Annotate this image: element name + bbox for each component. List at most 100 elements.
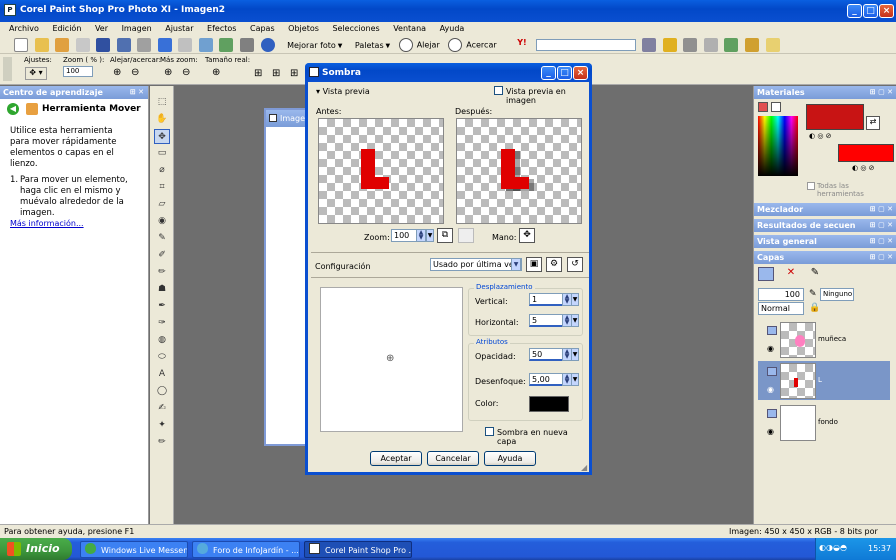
preview-toggle[interactable]: ▾ Vista previa: [316, 87, 370, 96]
makeover-tool-icon[interactable]: ✎: [154, 231, 170, 246]
zoom-dropdown-icon[interactable]: ▼: [426, 229, 434, 242]
menu-ventana[interactable]: Ventana: [393, 24, 426, 33]
panel-pin-icon[interactable]: ⊞ ✕: [130, 86, 144, 99]
minimize-button[interactable]: _: [847, 4, 862, 18]
delete-layer-icon[interactable]: ✕: [784, 267, 798, 281]
menu-archivo[interactable]: Archivo: [9, 24, 39, 33]
overview-header[interactable]: Vista general ⊞ ▢ ✕: [754, 235, 896, 248]
document-window[interactable]: Imagen: [264, 108, 310, 446]
crop-icon[interactable]: [240, 38, 255, 52]
results-controls-icon[interactable]: ⊞ ▢ ✕: [870, 219, 893, 232]
rotate-icon[interactable]: [219, 38, 234, 52]
mixer-header[interactable]: Mezclador ⊞ ▢ ✕: [754, 203, 896, 216]
paint-brush-icon[interactable]: ✒: [154, 299, 170, 314]
mask-select[interactable]: Ninguno: [820, 288, 854, 301]
visibility-eye-icon[interactable]: ◉: [767, 344, 774, 353]
horizontal-field[interactable]: 5: [529, 314, 563, 327]
open-folder-icon[interactable]: [34, 38, 49, 52]
layer-row-l[interactable]: ◉ L: [758, 361, 890, 400]
info-icon[interactable]: [260, 38, 275, 52]
toolbar-search-input[interactable]: [535, 39, 636, 51]
save-as-icon[interactable]: [116, 38, 131, 52]
close-button[interactable]: ×: [879, 4, 894, 18]
save-icon[interactable]: [96, 38, 111, 52]
marquee-tool-icon[interactable]: ▭: [154, 146, 170, 161]
blur-dropdown-icon[interactable]: ▼: [571, 373, 579, 386]
menu-efectos[interactable]: Efectos: [207, 24, 236, 33]
zoom-percent-field[interactable]: 100: [63, 66, 93, 77]
fg-style-icons[interactable]: ◐ ◎ ⊘: [809, 132, 832, 140]
clone-tool-icon[interactable]: ✐: [154, 248, 170, 263]
scan-icon[interactable]: [75, 38, 90, 52]
visibility-eye-icon-3[interactable]: ◉: [767, 427, 774, 436]
selection-tool-icon[interactable]: ⬚: [154, 95, 170, 110]
crosshair-icon[interactable]: ⊕: [386, 353, 394, 364]
more-info-link[interactable]: Más información...: [10, 219, 84, 228]
layer-opacity-field[interactable]: 100: [758, 288, 804, 301]
menu-ver[interactable]: Ver: [95, 24, 108, 33]
layers-header[interactable]: Capas ⊞ ▢ ✕: [754, 251, 896, 264]
maximize-button[interactable]: □: [863, 4, 878, 18]
background-swatch[interactable]: [838, 144, 894, 162]
horizontal-dropdown-icon[interactable]: ▼: [571, 314, 579, 327]
blend-mode-select[interactable]: Normal: [758, 302, 804, 315]
red-eye-tool-icon[interactable]: ◉: [154, 214, 170, 229]
home-icon[interactable]: [26, 103, 38, 115]
presets-button[interactable]: ✥ ▾: [25, 67, 47, 80]
menu-selecciones[interactable]: Selecciones: [332, 24, 379, 33]
help-button[interactable]: Ayuda: [484, 451, 536, 466]
less-zoom-icon[interactable]: ⊖: [182, 67, 190, 78]
browse-icon[interactable]: [55, 38, 70, 52]
swap-colors-icon[interactable]: ⇄: [866, 116, 880, 130]
airbrush-icon[interactable]: ✑: [154, 316, 170, 331]
camera-icon[interactable]: [683, 38, 698, 52]
opacity-field[interactable]: 50: [529, 348, 563, 361]
link-icon[interactable]: ✎: [809, 289, 817, 299]
zoom-out-button[interactable]: Alejar: [417, 41, 440, 50]
new-file-icon[interactable]: [14, 38, 28, 52]
mail-icon[interactable]: [765, 38, 780, 52]
resize-icon[interactable]: [198, 38, 213, 52]
all-tools-checkbox[interactable]: [807, 182, 815, 190]
fill-tool-icon[interactable]: ◍: [154, 333, 170, 348]
hand-button[interactable]: ✥: [519, 228, 535, 243]
menu-ayuda[interactable]: Ayuda: [440, 24, 465, 33]
results-header[interactable]: Resultados de secuen ⊞ ▢ ✕: [754, 219, 896, 232]
save-preset-icon[interactable]: ▣: [526, 257, 542, 272]
warp-tool-icon[interactable]: ✦: [154, 418, 170, 433]
menu-ajustar[interactable]: Ajustar: [165, 24, 193, 33]
chart-icon[interactable]: [724, 38, 739, 52]
fit-preview-button[interactable]: ⧉: [437, 228, 453, 243]
straighten-tool-icon[interactable]: ▱: [154, 197, 170, 212]
taskbar-forum[interactable]: Foro de InfoJardín - ...: [192, 541, 300, 558]
bg-style-icons[interactable]: ◐ ◎ ⊘: [852, 164, 875, 172]
config-select[interactable]: Usado por última vez: [430, 258, 522, 271]
layer-props-icon[interactable]: ✎: [808, 267, 822, 281]
layer-row-muneca[interactable]: ◉ muñeca: [758, 320, 890, 359]
dodge-tool-icon[interactable]: ☗: [154, 282, 170, 297]
mixer-controls-icon[interactable]: ⊞ ▢ ✕: [870, 203, 893, 216]
search-go-icon[interactable]: [642, 38, 657, 52]
dropper-tool-icon[interactable]: ⌀: [154, 163, 170, 178]
zoom-out-tool-icon[interactable]: ⊕: [113, 67, 121, 78]
print-icon[interactable]: [137, 38, 152, 52]
scratch-remover-icon[interactable]: ✏: [154, 265, 170, 280]
zoom-field[interactable]: 100: [391, 229, 417, 242]
resize-grip-icon[interactable]: ◢: [581, 463, 587, 472]
dialog-maximize-button[interactable]: □: [557, 66, 572, 80]
menu-capas[interactable]: Capas: [250, 24, 275, 33]
layer-row-fondo[interactable]: ◉ fondo: [758, 403, 890, 442]
vertical-field[interactable]: 1: [529, 293, 563, 306]
vertical-dropdown-icon[interactable]: ▼: [571, 293, 579, 306]
crop-tool-icon[interactable]: ⌗: [154, 180, 170, 195]
zoom-in-button[interactable]: Acercar: [466, 41, 496, 50]
menu-objetos[interactable]: Objetos: [288, 24, 319, 33]
align-icon-3[interactable]: ⊞: [290, 68, 298, 79]
lock-icon[interactable]: 🔒: [809, 303, 820, 313]
back-arrow-icon[interactable]: ◀: [7, 103, 19, 115]
shape-tool-icon[interactable]: ◯: [154, 384, 170, 399]
dialog-minimize-button[interactable]: _: [541, 66, 556, 80]
swatch-tab-icon[interactable]: [771, 102, 781, 112]
bookmark-icon[interactable]: [745, 38, 760, 52]
config-dropdown-icon[interactable]: ▼: [511, 258, 521, 271]
